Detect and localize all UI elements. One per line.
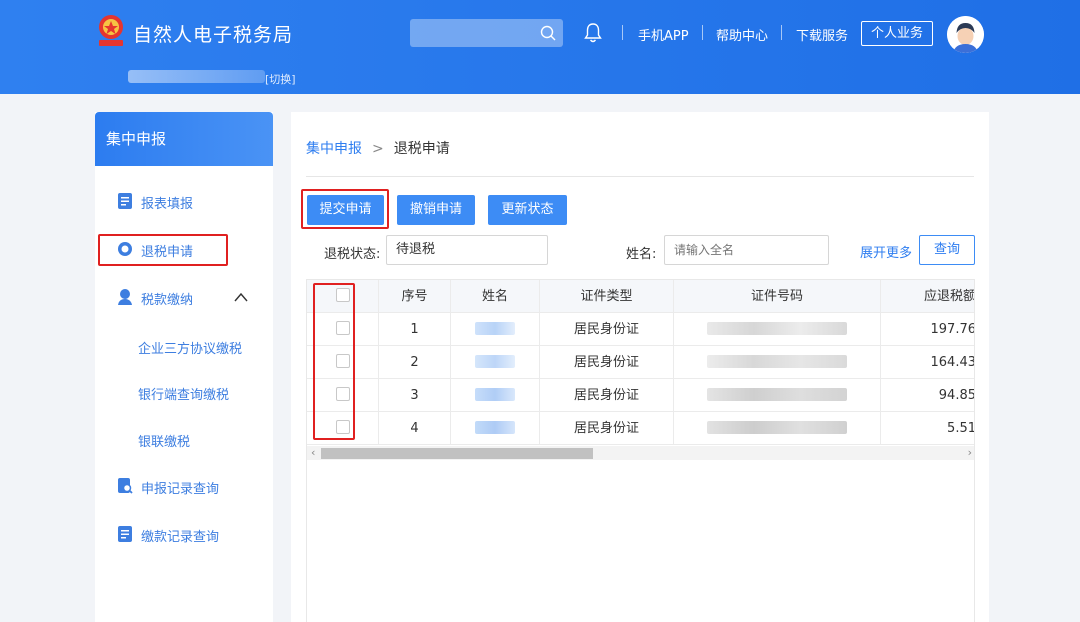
row-index: 1 (379, 313, 451, 346)
avatar-icon (947, 16, 984, 53)
row-name-redacted (451, 412, 540, 445)
sidebar-item-tax-payment[interactable]: 税款缴纳 (95, 286, 273, 310)
main-panel: 集中申报>退税申请 提交申请 撤销申请 更新状态 退税状态: 待退税 姓名: 展… (291, 112, 989, 622)
nav-divider (702, 25, 703, 40)
row-id-type: 居民身份证 (540, 379, 674, 412)
table-row[interactable]: 1 居民身份证 197.76 (307, 313, 975, 346)
nav-divider (781, 25, 782, 40)
record-search-icon (118, 478, 133, 494)
row-id-type: 居民身份证 (540, 412, 674, 445)
sidebar-subitem-bank-query-payment[interactable]: 银行端查询缴税 (138, 384, 229, 403)
user-name-redacted (128, 70, 265, 83)
search-icon[interactable] (539, 24, 557, 42)
row-refund-amount: 197.76 (930, 322, 975, 337)
column-header: 姓名 (451, 280, 540, 313)
column-header: 证件号码 (674, 280, 881, 313)
refund-status-label: 退税状态: (324, 247, 381, 262)
expand-more-link[interactable]: 展开更多 (860, 242, 912, 261)
switch-account-link[interactable]: [切换] (265, 71, 296, 87)
table-row[interactable]: 3 居民身份证 94.85 (307, 379, 975, 412)
nav-help-center[interactable]: 帮助中心 (716, 25, 768, 44)
row-id-type: 居民身份证 (540, 313, 674, 346)
refund-status-select[interactable]: 待退税 (386, 235, 548, 265)
table-row[interactable]: 4 居民身份证 5.51 (307, 412, 975, 445)
top-header: 自然人电子税务局 手机APP 帮助中心 下载服务 个人业务 [切换] (0, 0, 1080, 94)
payment-record-icon (118, 526, 132, 542)
sidebar-item-label: 缴款记录查询 (141, 530, 220, 545)
sidebar-item-label: 报表填报 (141, 197, 194, 212)
user-avatar[interactable] (947, 16, 984, 53)
tax-emblem-logo (99, 15, 123, 46)
sidebar-item-payment-records[interactable]: 缴款记录查询 (95, 523, 273, 547)
row-name-redacted (451, 346, 540, 379)
site-title: 自然人电子税务局 (133, 24, 294, 46)
breadcrumb-parent[interactable]: 集中申报 (306, 141, 362, 157)
column-header: 应退税额 (923, 289, 975, 304)
table-header-row: 序号 姓名 证件类型 证件号码 应退税额 (307, 280, 975, 313)
row-id-number-redacted (674, 379, 881, 412)
personal-business-button[interactable]: 个人业务 (861, 21, 933, 46)
sidebar-subitem-unionpay-payment[interactable]: 银联缴税 (138, 431, 190, 450)
search-input[interactable] (410, 19, 563, 47)
nav-divider (622, 25, 623, 40)
sidebar: 集中申报 报表填报 退税申请 税款缴纳 企业三方协议缴税 银行端查询缴税 银联缴… (95, 112, 273, 622)
row-index: 3 (379, 379, 451, 412)
sidebar-item-form-fill[interactable]: 报表填报 (95, 190, 273, 214)
nav-download-service[interactable]: 下载服务 (796, 25, 848, 44)
divider (306, 176, 974, 177)
chevron-up-icon[interactable] (234, 292, 248, 302)
sidebar-title: 集中申报 (95, 112, 273, 166)
row-id-type: 居民身份证 (540, 346, 674, 379)
row-refund-amount: 164.43 (930, 355, 975, 370)
highlight-box-checkboxes (313, 283, 355, 440)
nav-mobile-app[interactable]: 手机APP (638, 25, 689, 44)
row-name-redacted (451, 379, 540, 412)
scrollbar-thumb[interactable] (321, 448, 593, 459)
sidebar-subitem-tripartite-payment[interactable]: 企业三方协议缴税 (138, 338, 242, 357)
row-refund-amount: 5.51 (947, 421, 975, 436)
form-icon (118, 193, 132, 209)
name-input[interactable] (664, 235, 829, 265)
breadcrumb-current: 退税申请 (393, 141, 450, 157)
sidebar-item-declaration-records[interactable]: 申报记录查询 (95, 475, 273, 499)
highlight-box-sidebar (98, 234, 228, 266)
table-row[interactable]: 2 居民身份证 164.43 (307, 346, 975, 379)
scroll-left-arrow-icon[interactable]: ‹ (311, 446, 315, 460)
row-id-number-redacted (674, 346, 881, 379)
row-name-redacted (451, 313, 540, 346)
horizontal-scrollbar[interactable]: ‹ › (307, 446, 974, 460)
cancel-application-button[interactable]: 撤销申请 (397, 195, 475, 225)
row-id-number-redacted (674, 412, 881, 445)
row-refund-amount: 94.85 (938, 388, 975, 403)
column-header: 证件类型 (540, 280, 674, 313)
column-header: 序号 (379, 280, 451, 313)
name-label: 姓名: (626, 247, 657, 262)
highlight-box-submit (301, 189, 389, 229)
row-id-number-redacted (674, 313, 881, 346)
query-button[interactable]: 查询 (919, 235, 975, 265)
refund-table: 序号 姓名 证件类型 证件号码 应退税额 1 居民身份证 197.76 2 居民… (306, 279, 975, 622)
sidebar-item-label: 申报记录查询 (141, 482, 220, 497)
bell-icon[interactable] (583, 22, 603, 44)
row-index: 2 (379, 346, 451, 379)
sidebar-item-label: 税款缴纳 (141, 293, 194, 308)
breadcrumb-separator-icon: > (372, 141, 384, 157)
breadcrumb: 集中申报 > 退税申请 (306, 138, 450, 158)
tax-payment-icon (118, 289, 132, 305)
scroll-right-arrow-icon[interactable]: › (968, 446, 972, 460)
refresh-status-button[interactable]: 更新状态 (488, 195, 567, 225)
row-index: 4 (379, 412, 451, 445)
